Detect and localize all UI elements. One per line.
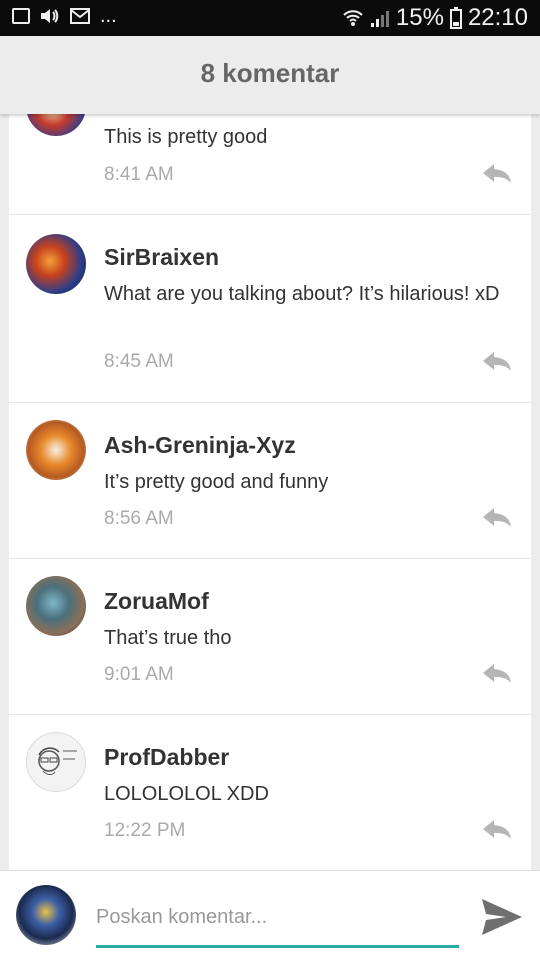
comment-author[interactable]: SirBraixen <box>104 244 219 271</box>
send-icon[interactable] <box>480 897 524 937</box>
comment-text: It’s pretty good and funny <box>104 471 329 493</box>
reply-icon[interactable] <box>481 162 513 184</box>
image-notification-icon <box>12 8 30 24</box>
comment-item: This is pretty good 8:41 AM <box>9 114 531 215</box>
comment-time: 9:01 AM <box>104 664 174 685</box>
comment-text: That’s true tho <box>104 627 232 649</box>
comment-time: 8:41 AM <box>104 164 174 185</box>
signal-icon <box>370 11 389 27</box>
page-title: 8 komentar <box>200 58 340 88</box>
comment-item: SirBraixen What are you talking about? I… <box>9 214 531 403</box>
comment-composer <box>0 870 540 961</box>
comment-text: This is pretty good <box>104 126 268 148</box>
avatar[interactable] <box>26 732 86 792</box>
mail-icon <box>70 8 90 24</box>
battery-percent: 15% <box>395 4 444 31</box>
reply-icon[interactable] <box>481 662 513 684</box>
avatar[interactable] <box>26 114 86 136</box>
notification-icons: ... <box>12 5 117 27</box>
comment-author[interactable]: Ash-Greninja-Xyz <box>104 432 296 459</box>
comment-time: 8:45 AM <box>104 351 174 372</box>
user-avatar[interactable] <box>16 885 76 945</box>
battery-icon <box>449 7 462 29</box>
comment-item: ZoruaMof That’s true tho 9:01 AM <box>9 558 531 715</box>
sketch-avatar-icon <box>38 747 77 775</box>
reply-icon[interactable] <box>481 818 513 840</box>
comment-input-wrapper <box>96 899 459 948</box>
comment-input[interactable] <box>96 899 459 935</box>
comment-text: What are you talking about? It’s hilario… <box>104 283 500 305</box>
reply-icon[interactable] <box>481 506 513 528</box>
avatar[interactable] <box>26 234 86 294</box>
comment-item: ProfDabber LOLOLOLOL XDD 12:22 PM <box>9 714 531 870</box>
comment-time: 8:56 AM <box>104 508 174 529</box>
volume-icon <box>41 9 59 23</box>
comment-item: Ash-Greninja-Xyz It’s pretty good and fu… <box>9 402 531 559</box>
comment-time: 12:22 PM <box>104 820 186 841</box>
status-bar: ... 15% 22:10 <box>0 0 540 36</box>
comment-author[interactable]: ZoruaMof <box>104 588 209 615</box>
comment-author[interactable]: ProfDabber <box>104 744 229 771</box>
app-bar: 8 komentar <box>0 36 540 114</box>
comment-text: LOLOLOLOL XDD <box>104 783 269 805</box>
comment-list[interactable]: This is pretty good 8:41 AM SirBraixen W… <box>9 114 531 870</box>
avatar[interactable] <box>26 420 86 480</box>
clock: 22:10 <box>467 4 528 31</box>
status-right: 15% 22:10 <box>342 4 528 32</box>
avatar[interactable] <box>26 576 86 636</box>
reply-icon[interactable] <box>481 350 513 372</box>
more-notifications-indicator: ... <box>100 5 117 27</box>
wifi-icon <box>343 10 363 26</box>
